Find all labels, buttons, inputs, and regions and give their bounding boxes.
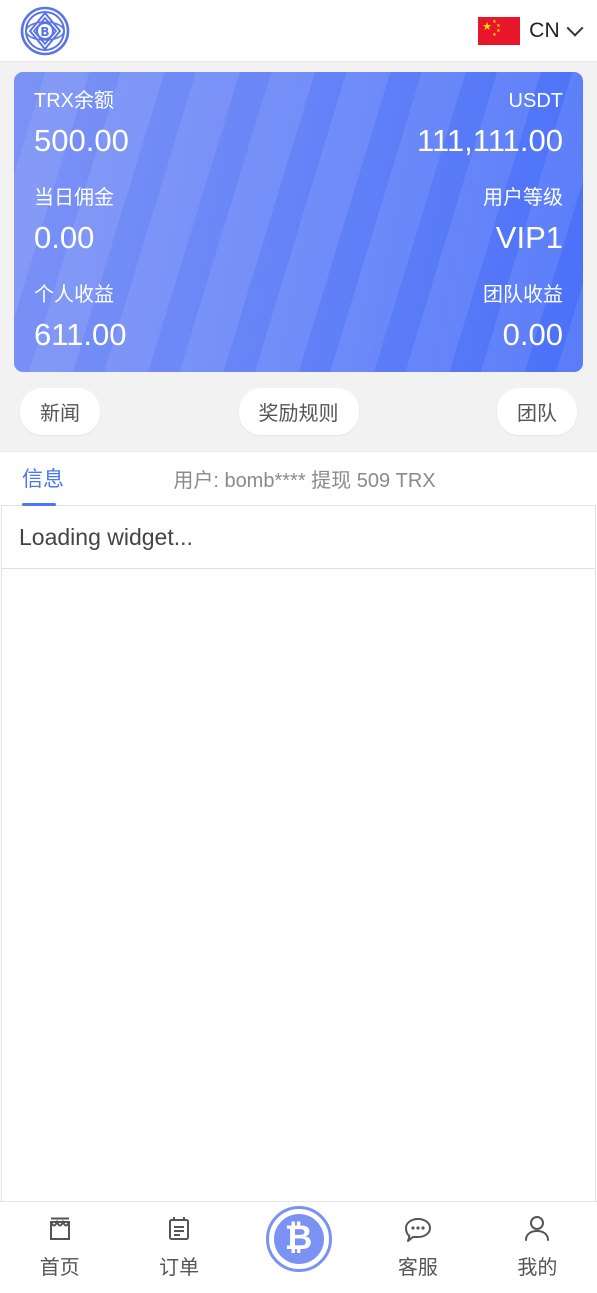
svg-text:B: B [40,25,49,39]
news-button[interactable]: 新闻 [20,388,100,435]
bitcoin-emblem-logo-icon: B [20,6,70,55]
team-button[interactable]: 团队 [497,388,577,435]
tab-active-indicator [22,503,56,506]
language-code-label: CN [529,18,560,42]
daily-commission-value: 0.00 [34,219,95,255]
daily-commission-label: 当日佣金 [34,186,114,209]
content-filler-area [1,569,596,1201]
nav-label-orders: 订单 [159,1257,200,1279]
earnings-labels-row: 个人收益 团队收益 [34,284,563,306]
balance-values-row: 500.00 111,111.00 [34,123,563,158]
balance-group-commission: 当日佣金 用户等级 0.00 VIP1 [34,187,563,255]
chevron-down-icon [566,19,584,37]
chat-bubble-icon [401,1212,435,1246]
user-level-label: 用户等级 [483,186,563,209]
notice-bar: 信息 用户: bomb**** 提现 509 TRX [0,451,597,506]
bitcoin-icon: ₿ [265,1206,332,1272]
earnings-values-row: 611.00 0.00 [34,316,563,352]
nav-label-home: 首页 [39,1257,80,1279]
nav-label-support: 客服 [397,1257,438,1279]
bottom-navigation: 首页 订单 ₿ 客服 我的 [0,1201,597,1293]
shop-icon [43,1212,77,1246]
usdt-balance-label: USDT [508,90,563,112]
app-header: B ★ ★ ★ ★ ★ CN [0,0,597,62]
quick-action-buttons: 新闻 奖励规则 团队 [0,382,597,451]
team-earnings-value: 0.00 [502,316,563,352]
person-icon [520,1212,554,1246]
clipboard-icon [162,1212,196,1246]
bitcoin-symbol: ₿ [273,1214,324,1264]
nav-item-support[interactable]: 客服 [358,1212,477,1280]
nav-item-bitcoin[interactable]: ₿ [239,1206,358,1272]
widget-container: Loading widget... [1,505,596,569]
balance-labels-row: TRX余额 USDT [34,90,563,112]
balance-card: TRX余额 USDT 500.00 111,111.00 当日佣金 用户等级 0… [14,72,583,372]
commission-labels-row: 当日佣金 用户等级 [34,187,563,209]
balance-rows: TRX余额 USDT 500.00 111,111.00 当日佣金 用户等级 0… [34,90,563,352]
nav-item-profile[interactable]: 我的 [478,1212,597,1280]
widget-loading-text: Loading widget... [19,523,193,550]
personal-earnings-value: 611.00 [34,316,127,352]
trx-balance-label: TRX余额 [34,90,114,112]
nav-item-home[interactable]: 首页 [0,1212,119,1280]
china-flag-icon: ★ ★ ★ ★ ★ [478,16,521,45]
tab-info[interactable]: 信息 [22,463,64,495]
personal-earnings-label: 个人收益 [34,283,114,306]
app-logo[interactable]: B [18,4,72,58]
balance-card-area: TRX余额 USDT 500.00 111,111.00 当日佣金 用户等级 0… [0,62,597,382]
notice-marquee-text: 用户: bomb**** 提现 509 TRX [173,470,436,492]
nav-label-profile: 我的 [517,1257,558,1279]
team-earnings-label: 团队收益 [483,283,563,306]
nav-item-orders[interactable]: 订单 [119,1212,238,1280]
balance-group-earnings: 个人收益 团队收益 611.00 0.00 [34,284,563,352]
commission-values-row: 0.00 VIP1 [34,219,563,255]
language-selector[interactable]: ★ ★ ★ ★ ★ CN [478,16,584,45]
reward-rules-button[interactable]: 奖励规则 [238,388,359,435]
user-level-value: VIP1 [495,219,563,255]
trx-balance-value: 500.00 [34,123,129,158]
balance-group-trx: TRX余额 USDT 500.00 111,111.00 [34,90,563,158]
usdt-balance-value: 111,111.00 [417,123,563,158]
